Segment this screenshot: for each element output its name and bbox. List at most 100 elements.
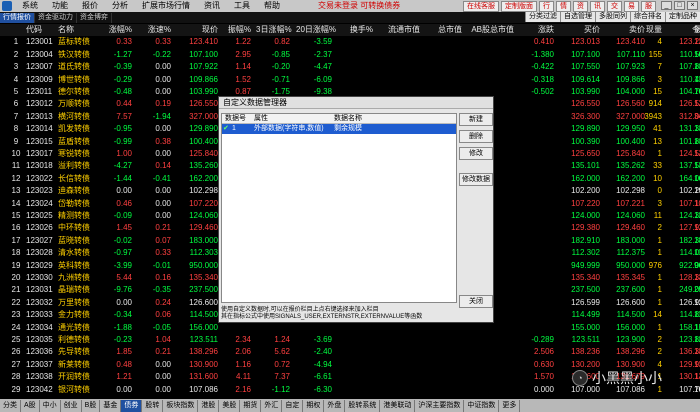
column-header[interactable]: 现量 <box>634 24 662 36</box>
market-tab[interactable]: 板块指数 <box>163 399 199 412</box>
table-cell: 11 <box>653 211 662 220</box>
quick-button-info[interactable]: 资 <box>573 1 588 12</box>
column-header[interactable]: 涨跌 <box>518 24 554 36</box>
table-cell: 2 <box>657 347 662 357</box>
table-cell: 银河转债 <box>58 384 90 394</box>
table-cell: 949.999 <box>571 260 600 270</box>
table-cell: 精测转债 <box>58 211 90 220</box>
table-row[interactable]: 25 123035 利德转债 -0.23 1.04 123.511 2.34 1.24 -3.6… <box>0 334 700 346</box>
column-header[interactable]: 20日涨幅% <box>296 24 336 36</box>
column-header[interactable]: 代码 <box>26 24 54 36</box>
tab-quotes[interactable]: 行情报价 <box>0 12 35 23</box>
menu-item-info[interactable]: 资讯 <box>197 0 227 12</box>
column-header[interactable]: AB股总市值 <box>462 24 514 36</box>
market-tab[interactable]: 基金 <box>100 399 122 412</box>
column-header[interactable]: 总市值 <box>422 24 462 36</box>
table-row[interactable]: 1 123001 蓝标转债 0.33 0.33 123.410 1.22 0.82 -3.59 0… <box>0 36 700 48</box>
list-header-attribute[interactable]: 属性 <box>254 114 268 124</box>
maximize-icon[interactable]: □ <box>674 1 685 10</box>
quick-button-trade[interactable]: 交 <box>607 1 622 12</box>
quick-button-easy[interactable]: 易 <box>624 1 639 12</box>
market-tab[interactable]: 股转 <box>142 399 164 412</box>
table-cell: 寒锐转债 <box>58 149 90 158</box>
market-tab[interactable]: 分类 <box>0 399 21 412</box>
table-cell: 博世转债 <box>58 74 90 84</box>
market-tab[interactable]: A股 <box>21 399 40 412</box>
table-row[interactable]: 3 123007 道氏转债 -0.39 0.00 107.922 1.14 -0.20 -4.4… <box>0 61 700 73</box>
column-header[interactable]: 3日涨幅% <box>256 24 292 36</box>
right-toolbar: 分类过滤 自选管理 多股同列 综合排名 定制品种 <box>525 12 700 22</box>
category-filter-button[interactable]: 分类过滤 <box>525 12 560 22</box>
list-header-name[interactable]: 数据名称 <box>334 114 362 124</box>
column-header[interactable]: 流通市值 <box>378 24 420 36</box>
column-header[interactable]: 现价 <box>178 24 218 36</box>
market-tab[interactable]: 中证指数 <box>464 399 500 412</box>
table-cell: 0.14 <box>155 161 171 171</box>
menu-item-quote[interactable]: 报价 <box>75 0 105 12</box>
tab-capital-game[interactable]: 资金博弈 <box>77 12 112 23</box>
menu-item-extended-market[interactable]: 扩展市场行情 <box>135 0 197 12</box>
column-header[interactable]: 名称 <box>58 24 104 36</box>
quick-button-service[interactable]: 服 <box>641 1 656 12</box>
column-header[interactable]: 涨幅% <box>102 24 132 36</box>
menu-item-system[interactable]: 系统 <box>15 0 45 12</box>
watchlist-manage-button[interactable]: 自选管理 <box>560 12 595 22</box>
column-header[interactable]: 振幅% <box>219 24 251 36</box>
menu-item-help[interactable]: 帮助 <box>257 0 287 12</box>
table-cell: 100.400 <box>189 136 218 146</box>
table-cell: 0.38 <box>155 136 171 146</box>
delete-button[interactable]: 删除 <box>459 130 493 143</box>
close-icon[interactable]: × <box>687 1 698 10</box>
modify-button[interactable]: 修改 <box>459 147 493 160</box>
market-tab[interactable]: 沪深主要指数 <box>415 399 465 412</box>
table-cell: 14 <box>653 310 662 320</box>
multi-stock-button[interactable]: 多股同列 <box>595 12 630 22</box>
list-header-number[interactable]: 数据号 <box>225 114 246 124</box>
ranking-button[interactable]: 综合排名 <box>630 12 665 22</box>
table-cell: 17 <box>11 235 21 245</box>
market-tab[interactable]: 债券 <box>121 399 143 412</box>
modify-data-button[interactable]: 修改数据 <box>459 173 493 186</box>
table-cell: 123013 <box>26 111 53 121</box>
custom-layout-button[interactable]: 定制版面 <box>501 1 537 12</box>
table-cell: -0.09 <box>113 211 132 220</box>
table-row[interactable]: 26 123036 先导转债 1.85 0.21 138.296 2.06 5.62 -2.40… <box>0 346 700 358</box>
market-tab[interactable]: 中小 <box>40 399 61 412</box>
market-tab[interactable]: 美股 <box>219 399 241 412</box>
table-cell: -3.99 <box>113 260 132 270</box>
menu-item-function[interactable]: 功能 <box>45 0 75 12</box>
table-cell: -0.502 <box>531 87 554 96</box>
minimize-icon[interactable]: _ <box>661 1 672 10</box>
market-tab[interactable]: 期货 <box>240 399 262 412</box>
market-tab[interactable]: 港股 <box>198 399 220 412</box>
table-cell: 0.00 <box>155 74 171 84</box>
column-header[interactable]: 换手% <box>337 24 373 36</box>
market-tab[interactable]: 外汇 <box>261 399 283 412</box>
quick-button-market[interactable]: 情 <box>556 1 571 12</box>
market-tab[interactable]: 股转系统 <box>345 399 381 412</box>
table-cell: -9.76 <box>113 285 132 295</box>
quick-button-quote[interactable]: 行 <box>539 1 554 12</box>
market-tab[interactable]: 更多 <box>499 399 521 412</box>
menu-item-tools[interactable]: 工具 <box>227 0 257 12</box>
quick-button-news[interactable]: 讯 <box>590 1 605 12</box>
tab-capital-drive[interactable]: 资金驱动力 <box>35 12 77 23</box>
column-header[interactable]: 买价 <box>560 24 600 36</box>
table-cell: 123022 <box>26 173 53 183</box>
column-header[interactable]: 涨速% <box>135 24 171 36</box>
table-row[interactable]: 4 123009 博世转债 -0.29 0.00 109.866 1.52 -0.71 -6.0… <box>0 74 700 86</box>
custom-data-list[interactable]: 数据号 属性 数据名称 ✔ 1 外部数据(字符串,数值) 剩余规模 <box>221 113 457 303</box>
table-row[interactable]: 2 123004 铁汉转债 -1.27 -0.22 107.100 2.95 -0.85 -2.… <box>0 49 700 61</box>
table-row[interactable]: 24 123034 通光转债 -1.88 -0.05 156.000 155.000 156.… <box>0 322 700 334</box>
market-tab[interactable]: 外盘 <box>324 399 346 412</box>
menu-item-analysis[interactable]: 分析 <box>105 0 135 12</box>
market-tab[interactable]: 港美联动 <box>380 399 416 412</box>
list-item[interactable]: ✔ 1 外部数据(字符串,数值) 剩余规模 <box>222 124 456 134</box>
market-tab[interactable]: B股 <box>82 399 101 412</box>
online-service-button[interactable]: 在线客服 <box>463 1 499 12</box>
market-tab[interactable]: 期权 <box>303 399 325 412</box>
market-tab[interactable]: 自定 <box>282 399 304 412</box>
custom-variety-button[interactable]: 定制品种 <box>665 12 700 22</box>
market-tab[interactable]: 创业 <box>61 399 82 412</box>
new-button[interactable]: 新建 <box>459 113 493 126</box>
